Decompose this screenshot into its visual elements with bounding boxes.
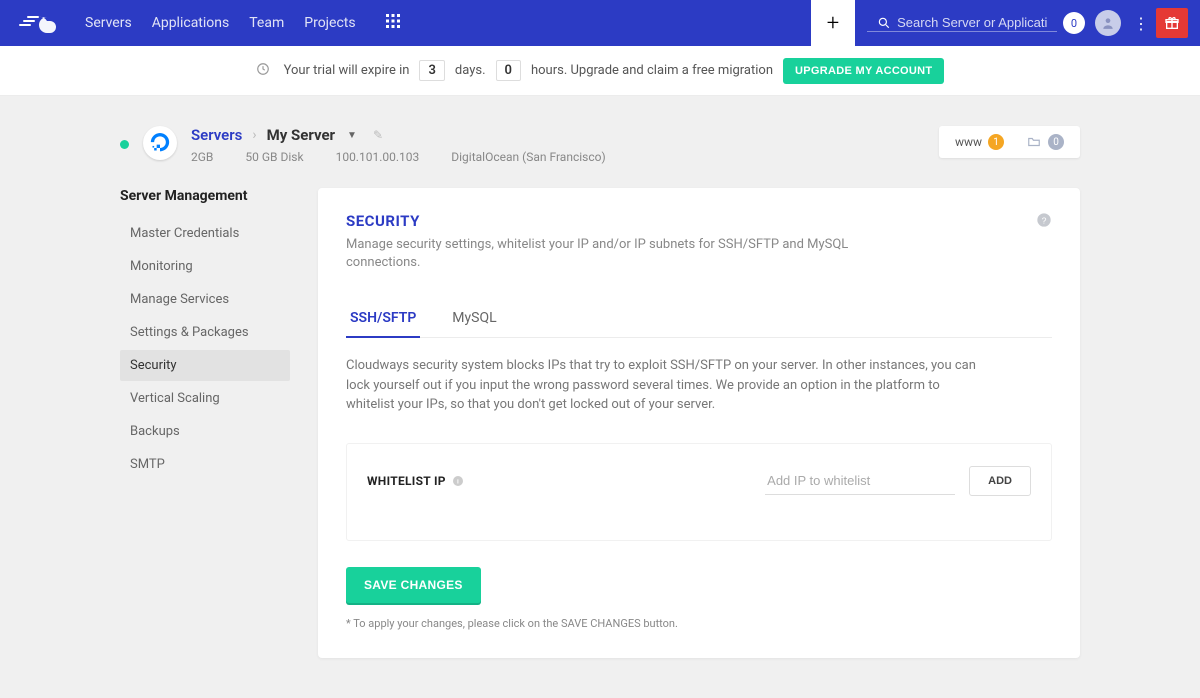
search-wrap [867, 15, 1057, 32]
info-icon[interactable]: i [452, 475, 464, 487]
whitelist-ip-input[interactable] [765, 467, 955, 495]
whitelist-label: WHITELIST IP [367, 474, 446, 488]
kebab-menu-icon[interactable]: ⋮ [1133, 14, 1148, 33]
search-input[interactable] [897, 15, 1047, 30]
nav-link-projects[interactable]: Projects [304, 15, 355, 31]
add-ip-button[interactable]: ADD [969, 466, 1031, 496]
svg-text:?: ? [1042, 215, 1047, 225]
clock-icon [256, 62, 270, 80]
trial-text-prefix: Your trial will expire in [284, 63, 410, 78]
server-ram: 2GB [191, 150, 213, 164]
folder-icon [1026, 135, 1042, 149]
apps-www-group[interactable]: www 1 [955, 134, 1004, 150]
sidebar-item-settings-packages[interactable]: Settings & Packages [120, 317, 290, 348]
apps-folder-count: 0 [1048, 134, 1064, 150]
apps-www-count: 1 [988, 134, 1004, 150]
page-title: SECURITY [346, 212, 1052, 230]
trial-days-label: days. [455, 63, 486, 78]
trial-hours-label: hours. Upgrade and claim a free migratio… [531, 63, 773, 78]
sidebar-item-security[interactable]: Security [120, 350, 290, 381]
www-label: www [955, 135, 982, 149]
brand-logo[interactable] [0, 13, 77, 33]
sidebar-item-backups[interactable]: Backups [120, 416, 290, 447]
edit-server-icon[interactable]: ✎ [373, 128, 383, 142]
sidebar-item-master-credentials[interactable]: Master Credentials [120, 218, 290, 249]
nav-link-applications[interactable]: Applications [152, 15, 230, 31]
nav-link-servers[interactable]: Servers [85, 15, 132, 31]
sidebar-item-vertical-scaling[interactable]: Vertical Scaling [120, 383, 290, 414]
server-header: Servers › My Server ▼ ✎ 2GB 50 GB Disk 1… [120, 126, 1080, 164]
chevron-right-icon: › [252, 127, 256, 143]
help-icon[interactable]: ? [1036, 212, 1052, 232]
svg-text:i: i [457, 478, 459, 485]
apps-summary: www 1 0 [939, 126, 1080, 158]
save-note: * To apply your changes, please click on… [346, 617, 1052, 630]
breadcrumb-servers-link[interactable]: Servers [191, 126, 242, 144]
user-icon [1101, 16, 1115, 30]
sidebar-item-smtp[interactable]: SMTP [120, 449, 290, 480]
sidebar-item-manage-services[interactable]: Manage Services [120, 284, 290, 315]
top-navbar: Servers Applications Team Projects + 0 ⋮ [0, 0, 1200, 46]
notifications-badge[interactable]: 0 [1063, 12, 1085, 34]
tab-description: Cloudways security system blocks IPs tha… [346, 356, 986, 415]
avatar[interactable] [1095, 10, 1121, 36]
save-changes-button[interactable]: SAVE CHANGES [346, 567, 481, 603]
trial-bar: Your trial will expire in 3 days. 0 hour… [0, 46, 1200, 96]
nav-links: Servers Applications Team Projects [77, 15, 364, 31]
trial-days-value: 3 [419, 60, 444, 81]
status-indicator [120, 140, 129, 149]
apps-folder-group[interactable]: 0 [1026, 134, 1064, 150]
tab-mysql[interactable]: MySQL [448, 300, 500, 338]
digitalocean-icon [150, 133, 170, 153]
server-ip: 100.101.00.103 [336, 150, 420, 164]
server-name[interactable]: My Server [267, 126, 335, 144]
server-disk: 50 GB Disk [245, 150, 303, 164]
security-tabs: SSH/SFTP MySQL [346, 300, 1052, 338]
upgrade-account-button[interactable]: UPGRADE MY ACCOUNT [783, 58, 944, 84]
sidebar: Server Management Master Credentials Mon… [120, 188, 290, 482]
whitelist-panel: WHITELIST IP i ADD [346, 443, 1052, 541]
sidebar-item-monitoring[interactable]: Monitoring [120, 251, 290, 282]
tab-ssh-sftp[interactable]: SSH/SFTP [346, 300, 420, 338]
page-subtitle: Manage security settings, whitelist your… [346, 236, 866, 272]
sidebar-title: Server Management [120, 188, 290, 204]
trial-hours-value: 0 [496, 60, 521, 81]
server-dropdown-icon[interactable]: ▼ [347, 130, 357, 141]
apps-grid-icon[interactable] [386, 14, 400, 32]
nav-link-team[interactable]: Team [249, 15, 284, 31]
gift-button[interactable] [1156, 8, 1188, 38]
search-icon [877, 15, 891, 31]
gift-icon [1164, 15, 1180, 31]
server-provider: DigitalOcean (San Francisco) [451, 150, 605, 164]
provider-logo [143, 126, 177, 160]
main-card: ? SECURITY Manage security settings, whi… [318, 188, 1080, 658]
add-button[interactable]: + [811, 0, 855, 46]
